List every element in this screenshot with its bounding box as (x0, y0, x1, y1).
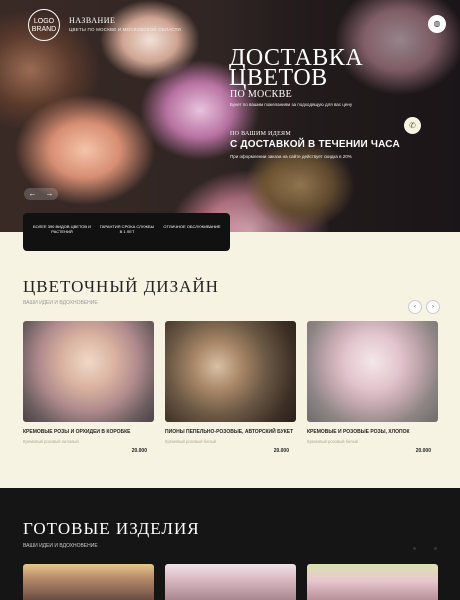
product-desc: Кремовый розовый белый (165, 439, 216, 444)
product-image (165, 321, 296, 422)
hero-shade (220, 0, 460, 232)
product-image (307, 321, 438, 422)
phone-button[interactable]: ✆ (404, 117, 421, 134)
hero-title-line2: ЦВЕТОВ (229, 65, 328, 91)
hero-banner (0, 0, 460, 232)
hero-title: ДОСТАВКА ЦВЕТОВ (229, 46, 363, 91)
logo-line2: BRAND (31, 26, 57, 33)
promo-kicker: ПО ВАШИМ ИДЕЯМ (230, 131, 291, 137)
logo[interactable]: LOGO BRAND (28, 9, 60, 41)
logo-line1: LOGO (33, 18, 55, 25)
product-price: 20.000 (273, 448, 289, 454)
feature-item: ГАРАНТИЯ СРОКА СЛУЖБЫ В 1 ЛЕТ (99, 224, 155, 234)
section-title-ready: ГОТОВЫЕ ИЗДЕЛИЯ (23, 519, 200, 538)
product-thumbnail[interactable] (165, 564, 296, 600)
product-image (23, 321, 154, 422)
carousel-prev-button[interactable]: ‹ (408, 300, 422, 314)
arrow-left-icon[interactable]: ← (24, 188, 41, 200)
section-title-design: ЦВЕТОЧНЫЙ ДИЗАЙН (23, 277, 219, 296)
brand-subtitle: ЦВЕТЫ ПО МОСКВЕ И МОСКОВСКОЙ ОБЛАСТИ (69, 27, 181, 32)
product-card[interactable]: КРЕМОВЫЕ И РОЗОВЫЕ РОЗЫ, ХЛОПОК Кремовый… (307, 321, 438, 454)
section-subtitle-ready: ВАШИ ИДЕИ И ВДОХНОВЕНИЕ (23, 543, 98, 549)
brand-name: НАЗВАНИЕ (69, 16, 116, 25)
product-card[interactable]: ПИОНЫ ПЕПЕЛЬНО-РОЗОВЫЕ, АВТОРСКИЙ БУКЕТ … (165, 321, 296, 454)
hero-slider-arrows: ← → (24, 188, 58, 200)
product-name: ПИОНЫ ПЕПЕЛЬНО-РОЗОВЫЕ, АВТОРСКИЙ БУКЕТ (165, 429, 294, 435)
hero-place: ПО МОСКВЕ (230, 89, 292, 100)
section-subtitle-design: ВАШИ ИДЕИ И ВДОХНОВЕНИЕ (23, 300, 98, 306)
product-desc: Кремовый розовый белый (307, 439, 358, 444)
product-card[interactable]: КРЕМОВЫЕ РОЗЫ И ОРХИДЕИ В КОРОБКЕ Кремов… (23, 321, 154, 454)
features-bar: БОЛЕЕ 390 ВИДОВ ЦВЕТОВ И РАСТЕНИЙ ГАРАНТ… (23, 213, 230, 251)
carousel-dot[interactable] (434, 547, 437, 550)
product-price: 20.000 (415, 448, 431, 454)
feature-item: БОЛЕЕ 390 ВИДОВ ЦВЕТОВ И РАСТЕНИЙ (33, 224, 91, 234)
product-thumbnail[interactable] (307, 564, 438, 600)
product-name: КРЕМОВЫЕ РОЗЫ И ОРХИДЕИ В КОРОБКЕ (23, 429, 131, 435)
product-thumbnail[interactable] (23, 564, 154, 600)
carousel-next-button[interactable]: › (426, 300, 440, 314)
promo-title: С ДОСТАВКОЙ В ТЕЧЕНИИ ЧАСА (230, 139, 400, 150)
carousel-dot[interactable] (413, 547, 416, 550)
menu-button[interactable]: ◍ (428, 15, 446, 33)
product-name: КРЕМОВЫЕ И РОЗОВЫЕ РОЗЫ, ХЛОПОК (307, 429, 410, 435)
hero-note: Букет по вашим пожеланиям за подходящую … (230, 102, 353, 107)
feature-item: ОТЛИЧНОЕ ОБСЛУЖИВАНИЕ (163, 224, 221, 229)
arrow-right-icon[interactable]: → (41, 188, 58, 200)
product-price: 20.000 (131, 448, 147, 454)
phone-icon: ✆ (409, 121, 416, 130)
product-desc: Кремовый розовый лиловый (23, 439, 79, 444)
menu-icon: ◍ (433, 19, 441, 28)
promo-note: При оформлении заказа на сайте действует… (230, 154, 352, 159)
